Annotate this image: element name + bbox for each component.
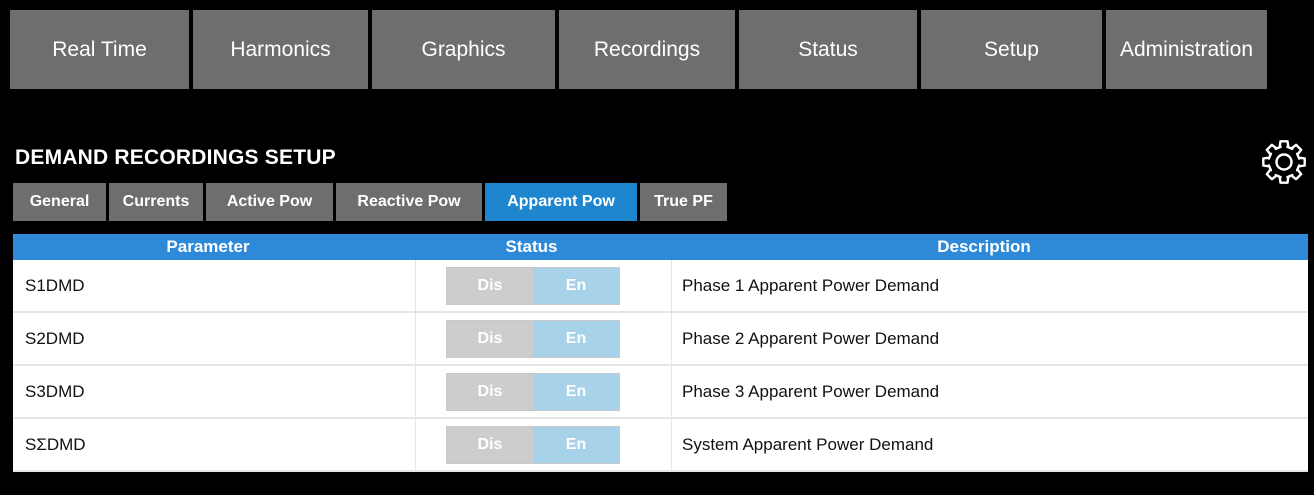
header-description: Description xyxy=(937,237,1031,256)
status-toggle[interactable]: Dis En xyxy=(446,425,620,464)
table-row: S3DMD Dis En Phase 3 Apparent Power Dema… xyxy=(13,366,1308,419)
header-status: Status xyxy=(505,237,558,256)
nav-status[interactable]: Status xyxy=(739,10,917,89)
tab-bar: General Currents Active Pow Reactive Pow… xyxy=(13,183,727,221)
status-toggle[interactable]: Dis En xyxy=(446,372,620,411)
dis-button[interactable]: Dis xyxy=(447,320,533,357)
parameter-cell: S2DMD xyxy=(13,313,416,364)
en-button[interactable]: En xyxy=(533,267,619,304)
page-title: DEMAND RECORDINGS SETUP xyxy=(15,146,336,169)
parameter-cell: SΣDMD xyxy=(13,419,416,470)
parameter-cell: S1DMD xyxy=(13,260,416,311)
nav-graphics[interactable]: Graphics xyxy=(372,10,555,89)
tab-true-pf[interactable]: True PF xyxy=(640,183,727,221)
tab-active-pow[interactable]: Active Pow xyxy=(206,183,333,221)
status-cell: Dis En xyxy=(416,313,672,364)
table-row: SΣDMD Dis En System Apparent Power Deman… xyxy=(13,419,1308,472)
tab-reactive-pow[interactable]: Reactive Pow xyxy=(336,183,482,221)
nav-recordings[interactable]: Recordings xyxy=(559,10,735,89)
table-row: S1DMD Dis En Phase 1 Apparent Power Dema… xyxy=(13,260,1308,313)
description-cell: Phase 1 Apparent Power Demand xyxy=(682,275,940,295)
main-nav: Real Time Harmonics Graphics Recordings … xyxy=(10,10,1307,89)
nav-setup[interactable]: Setup xyxy=(921,10,1102,89)
table-header: Parameter Status Description xyxy=(13,234,1308,260)
description-cell: Phase 3 Apparent Power Demand xyxy=(682,381,940,401)
en-button[interactable]: En xyxy=(533,426,619,463)
tab-currents[interactable]: Currents xyxy=(109,183,203,221)
nav-administration[interactable]: Administration xyxy=(1106,10,1267,89)
tab-general[interactable]: General xyxy=(13,183,106,221)
status-cell: Dis En xyxy=(416,366,672,417)
en-button[interactable]: En xyxy=(533,373,619,410)
status-cell: Dis En xyxy=(416,419,672,470)
status-toggle[interactable]: Dis En xyxy=(446,266,620,305)
description-cell: Phase 2 Apparent Power Demand xyxy=(682,328,940,348)
status-cell: Dis En xyxy=(416,260,672,311)
nav-harmonics[interactable]: Harmonics xyxy=(193,10,368,89)
nav-real-time[interactable]: Real Time xyxy=(10,10,189,89)
table-row: S2DMD Dis En Phase 2 Apparent Power Dema… xyxy=(13,313,1308,366)
tab-apparent-pow[interactable]: Apparent Pow xyxy=(485,183,637,221)
header-parameter: Parameter xyxy=(166,237,250,256)
status-toggle[interactable]: Dis En xyxy=(446,319,620,358)
parameter-cell: S3DMD xyxy=(13,366,416,417)
dis-button[interactable]: Dis xyxy=(447,426,533,463)
dis-button[interactable]: Dis xyxy=(447,267,533,304)
gear-icon[interactable] xyxy=(1258,136,1310,188)
parameters-table: Parameter Status Description S1DMD Dis E… xyxy=(13,234,1308,472)
description-cell: System Apparent Power Demand xyxy=(682,434,934,454)
en-button[interactable]: En xyxy=(533,320,619,357)
dis-button[interactable]: Dis xyxy=(447,373,533,410)
